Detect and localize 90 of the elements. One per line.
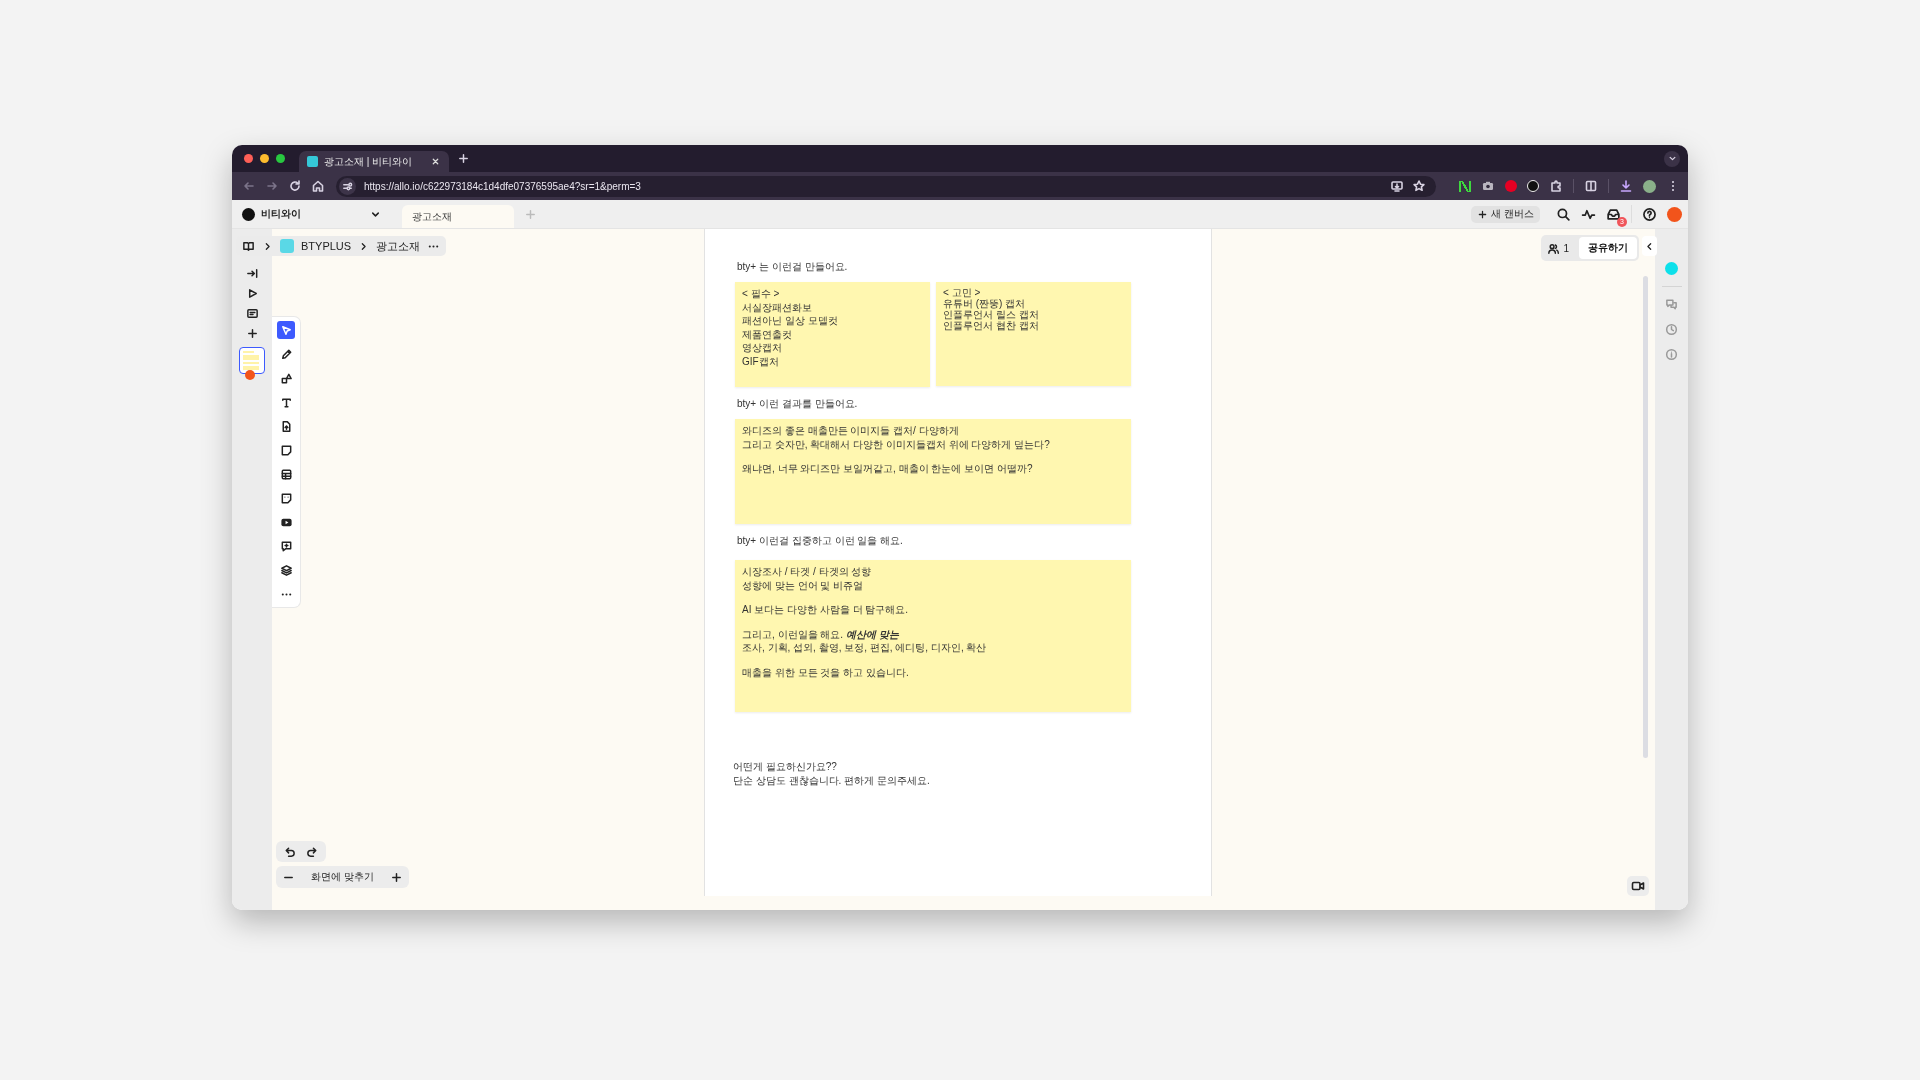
collapse-panel-icon[interactable] (245, 267, 259, 280)
note-text: < 고민 > (943, 287, 982, 298)
layers-tool-icon (279, 563, 293, 577)
sticky-note[interactable]: 와디즈의 좋은 매출만든 이미지들 캡처/ 다양하게 그리고 숫자만, 확대해서 다양한 이미지들캡처 위에 다양하게 덮는다? 왜냐면, 너무 와디즈만 보일꺼같고, 매출이 한눈에 보이면 어떨까? (735, 419, 1131, 524)
breadcrumb-item[interactable]: 광고소재 (376, 238, 421, 254)
note-text: 와디즈의 좋은 매출만든 이미지들 캡처/ 다양하게 (742, 424, 960, 438)
add-page-icon[interactable] (245, 327, 259, 340)
comment-tool-icon (279, 539, 293, 553)
tab-title: 광고소재 | 비티와이 (324, 154, 414, 169)
user-badge (245, 370, 255, 380)
inbox-icon[interactable] (1606, 206, 1621, 222)
section-heading: bty+ 는 이런걸 만들어요. (736, 260, 849, 274)
slides-icon[interactable] (245, 307, 259, 320)
note-text: 매출을 위한 모든 것을 하고 있습니다. (742, 665, 910, 679)
side-panel-icon[interactable] (1584, 179, 1598, 193)
zoom-in-icon[interactable] (389, 870, 403, 884)
extension-letter-icon[interactable] (1459, 180, 1471, 192)
forward-icon[interactable] (265, 179, 279, 193)
camera-icon[interactable] (1481, 179, 1495, 193)
user-avatar[interactable] (1667, 206, 1682, 222)
download-icon[interactable] (1619, 179, 1633, 193)
browser-tab[interactable]: 광고소재 | 비티와이 (299, 151, 449, 172)
workspace-logo-icon (242, 207, 255, 221)
note-text: 왜냐면, 너무 와디즈만 보일꺼같고, 매출이 한눈에 보이면 어떨까? (742, 462, 1034, 476)
pen-tool-icon (279, 347, 293, 361)
note-text: 패션아닌 일상 모델컷 (742, 314, 839, 328)
shapes-tool-icon (279, 371, 293, 385)
section-heading: bty+ 이런걸 집중하고 이런 일을 해요. (736, 534, 904, 548)
sticky-note[interactable]: < 필수 > 서실장패션화보 패션아닌 일상 모델컷 제품연출컷 영상캡처 GIF캡처 (735, 282, 930, 387)
maximize-window-button[interactable] (276, 154, 285, 163)
section-heading: bty+ 이런 결과를 만들어요. (736, 397, 859, 411)
note-text: 유튜버 (짠뚱) 캡처 (943, 298, 1026, 309)
note-text: 시장조사 / 타겟 / 타겟의 성향 (742, 565, 873, 579)
bookmark-star-icon[interactable] (1412, 179, 1426, 193)
sticky-note[interactable]: 시장조사 / 타겟 / 타겟의 성향 성향에 맞는 언어 및 비쥬얼 AI 보다는 다양한 사람을 더 탐구해요. 그리고, 이런일을 해요. 예산에 맞는 조사, 기획, 섭외, 촬영, 보정, 편집, 에디팅, 디자인, 확산 매출을 위한 모든 것을 하고 있습니다. (735, 560, 1131, 712)
note-text: 그리고, 이런일을 해요. 예산에 맞는 (742, 627, 900, 641)
note-text: < 필수 > (742, 287, 781, 301)
participant-count: 1 (1563, 242, 1569, 254)
people-icon[interactable] (1547, 241, 1561, 255)
note-text: 제품연출컷 (742, 327, 793, 341)
fit-to-screen-button[interactable]: 화면에 맞추기 (303, 870, 382, 884)
extensions-icon[interactable] (1549, 179, 1563, 193)
share-button[interactable]: 공유하기 (1579, 237, 1637, 259)
minimize-window-button[interactable] (260, 154, 269, 163)
sticky-note[interactable]: < 고민 > 유튜버 (짠뚱) 캡처 인플루언서 릴스 캡처 인플루언서 협찬 캡처 (936, 282, 1131, 386)
plus-icon (1477, 208, 1489, 220)
note-text: 그리고 숫자만, 확대해서 다양한 이미지들캡처 위에 다양하게 덮는다? (742, 437, 1051, 451)
book-icon[interactable] (242, 239, 255, 253)
note-text: 인플루언서 릴스 캡처 (943, 309, 1040, 320)
note-text: 영상캡처 (742, 341, 783, 355)
breadcrumb-item[interactable]: BTYPLUS (301, 240, 352, 252)
closing-text: 단순 상담도 괜찮습니다. 편하게 문의주세요. (733, 774, 931, 788)
closing-text: 어떤게 필요하신가요?? (733, 760, 838, 774)
collapse-sidebar-button[interactable] (1642, 236, 1657, 256)
reload-icon[interactable] (288, 179, 302, 193)
note-text: 성향에 맞는 언어 및 비쥬얼 (742, 578, 865, 592)
sticky-tool-icon (279, 443, 293, 457)
workspace-selector[interactable]: 비티와이 (238, 207, 386, 221)
note-text: 인플루언서 협찬 캡처 (943, 320, 1040, 331)
video-camera-icon (1631, 879, 1645, 893)
search-icon[interactable] (1556, 206, 1571, 222)
close-window-button[interactable] (244, 154, 253, 163)
note-text: 조사, 기획, 섭외, 촬영, 보정, 편집, 에디팅, 디자인, 확산 (742, 641, 988, 655)
space-logo-icon (280, 239, 294, 253)
new-canvas-button[interactable]: 새 캔버스 (1471, 205, 1540, 223)
video-call-button[interactable] (1627, 876, 1649, 896)
workspace-name: 비티와이 (261, 207, 301, 221)
table-tool-icon (279, 467, 293, 481)
note-text: 서실장패션화보 (742, 300, 813, 314)
undo-icon[interactable] (283, 845, 296, 858)
url-text: https://allo.io/c622973184c1d4dfe07376595ae4?sr=1&perm=3 (364, 180, 641, 192)
canvas-tab[interactable]: 광고소재 (402, 205, 514, 228)
page-thumbnail[interactable] (239, 347, 265, 374)
note-text: GIF캡처 (742, 354, 780, 368)
site-favicon-icon (307, 156, 318, 167)
new-tab-icon[interactable] (457, 152, 470, 165)
redo-icon[interactable] (306, 845, 319, 858)
note-text: AI 보다는 다양한 사람을 더 탐구해요. (742, 603, 910, 617)
profile-avatar[interactable] (1643, 179, 1656, 193)
scrollbar[interactable] (1643, 276, 1648, 758)
tab-search-button[interactable] (1664, 150, 1680, 167)
sticker-tool-icon (279, 491, 293, 505)
dark-circle-icon[interactable] (1527, 180, 1539, 192)
select-tool-icon (279, 323, 293, 337)
pin-logo-icon[interactable] (1505, 180, 1517, 192)
help-icon[interactable] (1642, 206, 1657, 222)
install-app-icon[interactable] (1390, 179, 1404, 193)
back-icon[interactable] (242, 179, 256, 193)
address-field[interactable]: https://allo.io/c622973184c1d4dfe07376595ae4?sr=1&perm=3 (336, 175, 1436, 197)
home-icon[interactable] (311, 179, 325, 193)
